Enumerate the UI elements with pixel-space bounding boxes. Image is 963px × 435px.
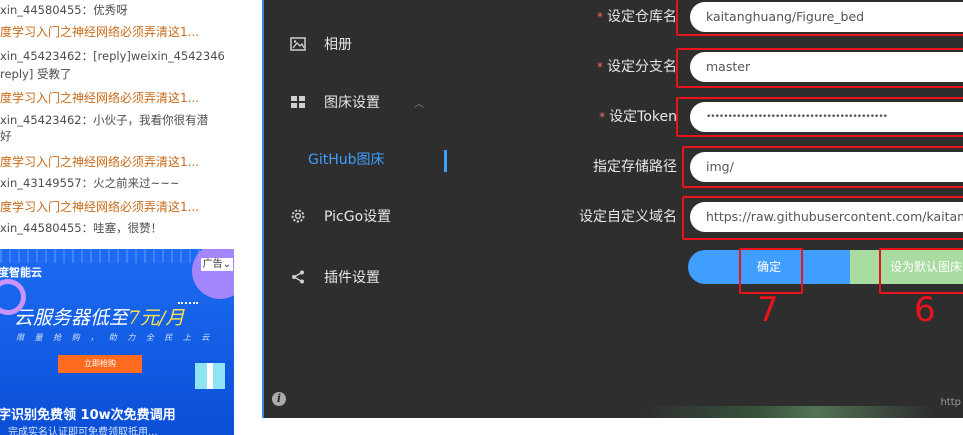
nav-plugin-settings[interactable]: 插件设置 <box>290 265 380 289</box>
nav-github-picbed[interactable]: GitHub图床 <box>308 149 385 169</box>
bottom-strip <box>262 418 963 435</box>
background-glow <box>642 406 932 418</box>
picgo-window: 相册 图床设置 ︿ GitHub图床 PicGo设置 插件设置 * 设定仓库名 *… <box>262 0 963 418</box>
comment-text: xin_43149557：火之前来过~~~ <box>0 176 180 190</box>
highlight-box-confirm <box>739 248 803 294</box>
gutter <box>242 0 262 435</box>
token-label: * 设定Token <box>599 109 677 125</box>
image-icon <box>290 36 306 52</box>
gear-icon <box>290 208 306 224</box>
comment-text: 好 <box>0 129 12 143</box>
gift-icon <box>195 363 225 389</box>
comment-article-link[interactable]: 度学习入门之神经网络必须弄清这1... <box>0 90 199 106</box>
share-icon <box>290 269 306 285</box>
comment-article-link[interactable]: 度学习入门之神经网络必须弄清这1... <box>0 24 199 40</box>
path-label: 指定存储路径 <box>593 159 677 175</box>
nav-album-label: 相册 <box>324 37 352 53</box>
ad-tiny-text: 完成实名认证即可免费领取抵用... <box>8 427 158 435</box>
nav-album[interactable]: 相册 <box>290 32 352 56</box>
active-indicator <box>444 150 447 172</box>
repo-input[interactable]: kaitanghuang/Figure_bed <box>690 2 963 32</box>
ad-subline: 限 量 抢 购 ， 助 力 全 民 上 云 <box>16 333 214 342</box>
token-input[interactable]: ••••••••••••••••••••••••••••••••••••••••… <box>690 102 963 132</box>
comment-article-link[interactable]: 度学习入门之神经网络必须弄清这1... <box>0 154 199 170</box>
repo-label: * 设定仓库名 <box>597 9 677 25</box>
nav-plugin-settings-label: 插件设置 <box>324 270 380 286</box>
annotation-number-7: 7 <box>757 290 779 330</box>
ad-bottom-text: 字识别免费领 10w次免费调用 <box>0 408 176 423</box>
ad-buy-button[interactable]: 立即抢购 <box>58 355 142 373</box>
path-input[interactable]: img/ <box>690 152 963 182</box>
domain-label: 设定自定义域名 <box>579 209 677 225</box>
ad-decor-circle <box>192 249 234 299</box>
chevron-up-icon[interactable]: ︿ <box>414 95 424 110</box>
comment-text: xin_45423462：小伙子，我看你很有潜 <box>0 113 209 127</box>
annotation-number-6: 6 <box>914 290 936 330</box>
comment-text: reply] 受教了 <box>0 67 72 81</box>
blog-sidebar: xin_44580455：优秀呀 度学习入门之神经网络必须弄清这1... xin… <box>0 0 234 435</box>
ad-brand: 度智能云 <box>0 266 42 279</box>
domain-input[interactable]: https://raw.githubusercontent.com/kaitan… <box>690 202 963 232</box>
cloud-ad-banner[interactable]: 度智能云 广告⌄ 云服务器低至7元/月 限 量 抢 购 ， 助 力 全 民 上 … <box>0 249 234 435</box>
comment-article-link[interactable]: 度学习入门之神经网络必须弄清这1... <box>0 199 199 215</box>
ad-headline: 云服务器低至7元/月 <box>14 307 185 329</box>
ad-badge[interactable]: 广告⌄ <box>200 258 233 271</box>
comment-text: xin_44580455：优秀呀 <box>0 3 128 17</box>
grid-icon <box>290 94 306 110</box>
nav-picgo-settings-label: PicGo设置 <box>324 209 392 225</box>
window-edge <box>262 0 264 418</box>
nav-picgo-settings[interactable]: PicGo设置 <box>290 204 391 228</box>
info-icon[interactable]: i <box>272 392 286 406</box>
branch-input[interactable]: master <box>690 52 963 82</box>
nav-picbed-settings-label: 图床设置 <box>324 95 380 111</box>
comment-text: xin_45423462：[reply]weixin_4542346 <box>0 49 225 63</box>
footer-link[interactable]: http <box>940 397 961 408</box>
comment-text: xin_44580455：哇塞，很赞！ <box>0 221 163 235</box>
highlight-box-default <box>879 248 963 294</box>
nav-picbed-settings[interactable]: 图床设置 <box>290 90 380 114</box>
branch-label: * 设定分支名 <box>597 59 677 75</box>
